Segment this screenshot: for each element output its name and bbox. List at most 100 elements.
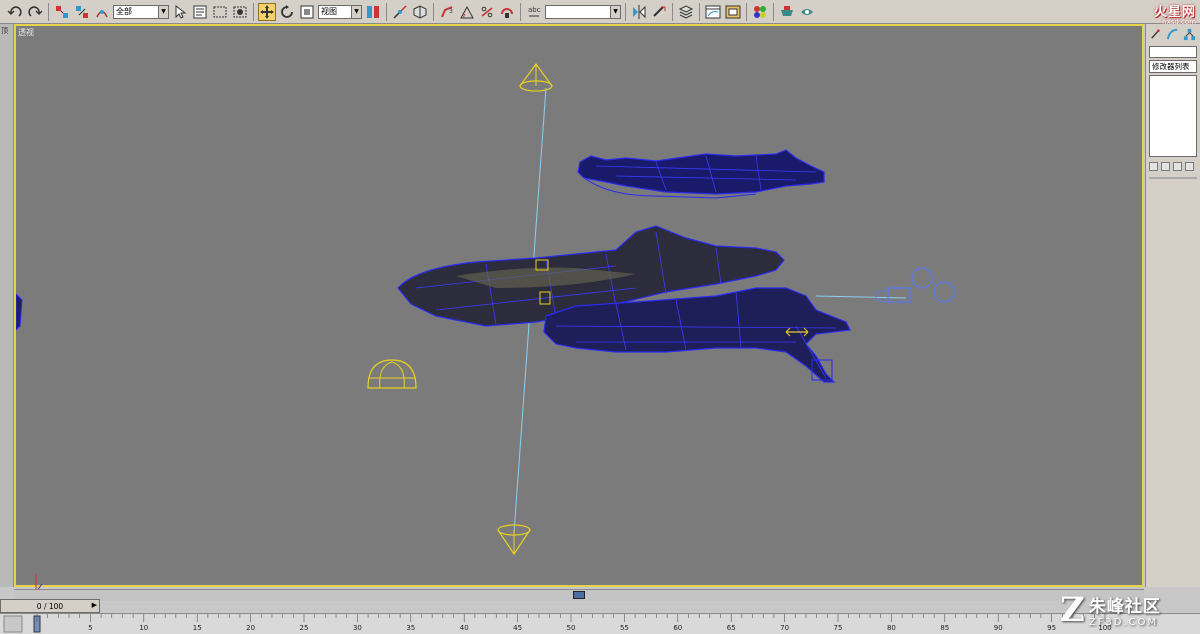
camera-helper[interactable] (875, 267, 955, 303)
top-spotlight-helper[interactable] (519, 62, 553, 92)
toolbar-separator (625, 2, 626, 21)
tick-label: 20 (246, 624, 255, 632)
toolbar-separator (746, 2, 747, 21)
toolbar-separator (672, 2, 673, 21)
remove-modifier-icon[interactable] (1185, 161, 1194, 171)
redo-icon[interactable] (26, 3, 44, 21)
rollout-divider (1149, 177, 1197, 179)
bind-to-space-warp-icon[interactable] (93, 3, 111, 21)
keyboard-shortcut-override-icon[interactable] (411, 3, 429, 21)
tick-label: 40 (460, 624, 469, 632)
watermark-name: 朱峰社区 (1088, 597, 1161, 617)
svg-text:3: 3 (449, 8, 453, 15)
left-strip-label: 顶 (1, 27, 8, 35)
schematic-view-icon[interactable] (724, 3, 742, 21)
selection-filter-dropdown[interactable]: 全部 ▼ (113, 4, 169, 19)
svg-text:abc: abc (528, 6, 541, 14)
select-and-move-icon[interactable] (258, 2, 276, 21)
toolbar-separator (253, 2, 254, 21)
command-panel-tabs (1146, 24, 1200, 44)
brand-logo: 火星网 hxsd.com (1104, 1, 1196, 26)
tick-label: 95 (1047, 624, 1056, 632)
tick-label: 55 (620, 624, 629, 632)
spinner-snap-toggle-icon[interactable] (498, 3, 516, 21)
select-and-manipulate-icon[interactable] (391, 3, 409, 21)
modifier-list-label: 修改器列表 (1152, 62, 1190, 71)
toolbar-separator (773, 2, 774, 21)
pin-stack-icon[interactable] (1149, 161, 1158, 171)
toolbar-separator (48, 2, 49, 21)
track-bar[interactable]: 5 10 15 20 25 30 35 40 45 50 55 60 65 70 75 80 85 90 95 100 (0, 613, 1200, 634)
frame-readout: 0 / 100 (36, 601, 64, 611)
command-panel: 修改器列表 (1145, 24, 1200, 587)
chevron-down-icon: ▼ (351, 5, 361, 18)
unlink-selection-icon[interactable] (73, 3, 91, 21)
watermark-logo: Z 朱峰社区 ZF3D.COM (1060, 588, 1190, 632)
tick-label: 65 (727, 624, 736, 632)
skylight-dome-helper[interactable] (367, 359, 417, 389)
named-selection-sets-dropdown[interactable]: ▼ (545, 4, 621, 19)
material-editor-icon[interactable] (751, 3, 769, 21)
edit-named-selection-icon[interactable]: abc (525, 3, 543, 21)
reference-coordinate-value: 视图 (321, 7, 337, 16)
layer-manager-icon[interactable] (677, 3, 695, 21)
upper-ship-wireframe[interactable] (577, 149, 825, 199)
tick-label: 10 (139, 624, 148, 632)
modifier-stack[interactable] (1149, 75, 1197, 157)
render-setup-icon[interactable] (778, 3, 796, 21)
offscreen-object-wireframe[interactable] (16, 293, 23, 331)
object-name-field[interactable] (1149, 46, 1197, 58)
viewport-scene[interactable] (16, 26, 1142, 585)
percent-snap-toggle-icon[interactable] (478, 3, 496, 21)
watermark-z-mark: Z (1060, 590, 1085, 630)
tick-label: 30 (353, 624, 362, 632)
camera-link-line (815, 295, 907, 299)
select-and-link-icon[interactable] (53, 3, 71, 21)
tick-label: 75 (834, 624, 843, 632)
window-crossing-icon[interactable] (231, 3, 249, 21)
tick-label: 70 (780, 624, 789, 632)
main-toolbar: 全部 ▼ 视图 ▼ 3 abc ▼ (0, 0, 1200, 24)
hierarchy-tab-icon[interactable] (1182, 26, 1197, 42)
tick-label: 45 (513, 624, 522, 632)
toolbar-separator (386, 2, 387, 21)
selection-filter-value: 全部 (116, 7, 132, 16)
tick-label: 80 (887, 624, 896, 632)
track-bar-menu-icon[interactable] (3, 615, 23, 633)
undo-icon[interactable] (6, 3, 24, 21)
show-end-result-icon[interactable] (1161, 161, 1170, 171)
stack-tools (1149, 159, 1197, 173)
toolbar-separator (699, 2, 700, 21)
viewport-thumbnail-icon[interactable] (573, 591, 585, 599)
mirror-icon[interactable] (630, 3, 648, 21)
quick-render-icon[interactable] (798, 3, 816, 21)
tick-label: 15 (193, 624, 202, 632)
angle-snap-toggle-icon[interactable] (458, 3, 476, 21)
track-bar-ruler: 5 10 15 20 25 30 35 40 45 50 55 60 65 70 75 80 85 90 95 100 (3, 614, 1112, 633)
align-icon[interactable] (650, 3, 668, 21)
modify-tab-icon[interactable] (1165, 26, 1180, 42)
chevron-down-icon: ▼ (610, 5, 620, 18)
tick-label: 5 (88, 624, 92, 632)
make-unique-icon[interactable] (1173, 161, 1182, 171)
toolbar-separator (520, 2, 521, 21)
next-frame-icon[interactable]: ▶ (92, 601, 97, 609)
track-bar-ticks: 5 10 15 20 25 30 35 40 45 50 55 60 65 70 75 80 85 90 95 100 (36, 614, 1112, 632)
select-and-scale-icon[interactable] (298, 3, 316, 21)
time-slider-thumb[interactable]: 0 / 100 ▶ (0, 599, 100, 613)
tick-label: 25 (300, 624, 309, 632)
select-object-icon[interactable] (171, 3, 189, 21)
watermark-url: ZF3D.COM (1088, 617, 1159, 628)
create-tab-icon[interactable] (1148, 26, 1163, 42)
perspective-viewport[interactable]: 透视 (14, 24, 1144, 593)
snaps-toggle-icon[interactable]: 3 (438, 3, 456, 21)
modifier-list-dropdown[interactable]: 修改器列表 (1149, 60, 1197, 73)
reference-coordinate-dropdown[interactable]: 视图 ▼ (318, 4, 362, 19)
chevron-down-icon: ▼ (158, 5, 168, 18)
select-and-rotate-icon[interactable] (278, 3, 296, 21)
select-by-name-icon[interactable] (191, 3, 209, 21)
use-pivot-point-center-icon[interactable] (364, 3, 382, 21)
curve-editor-icon[interactable] (704, 3, 722, 21)
rectangular-selection-region-icon[interactable] (211, 3, 229, 21)
left-viewport-strip: 顶 (0, 24, 14, 587)
